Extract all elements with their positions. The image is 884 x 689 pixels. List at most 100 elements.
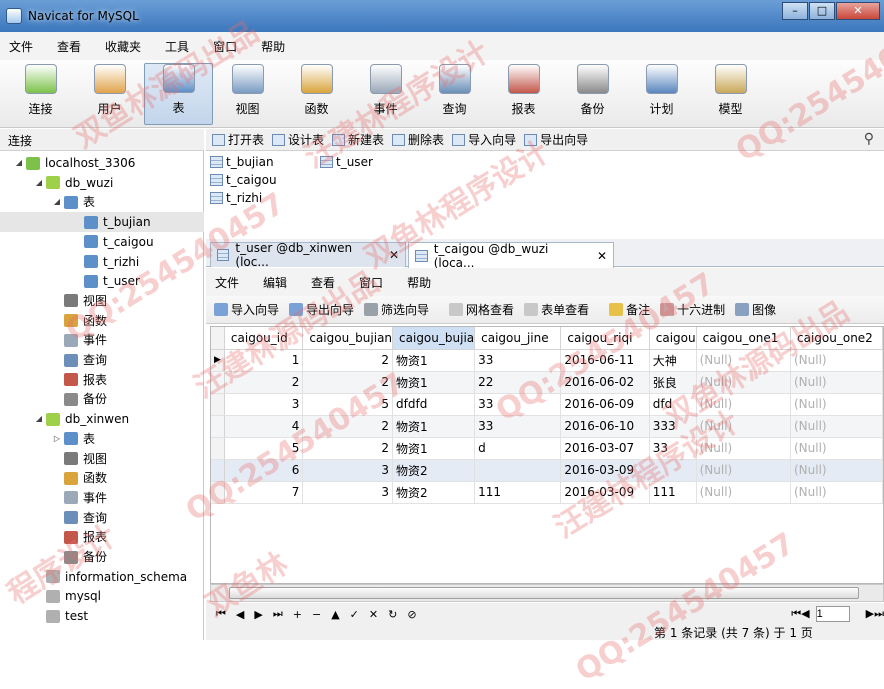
- object-item-t-rizhi[interactable]: t_rizhi: [210, 189, 262, 207]
- first-record-icon[interactable]: ⏮: [216, 607, 226, 621]
- submenu-help[interactable]: 帮助: [407, 274, 431, 291]
- tree-item--8[interactable]: 函数: [0, 311, 204, 331]
- table-cell[interactable]: 5: [302, 393, 394, 416]
- scrollbar-thumb[interactable]: [229, 587, 859, 599]
- tree-item-db_xinwen-13[interactable]: ◢ db_xinwen: [0, 409, 204, 429]
- table-toolbar-button-import-wizard[interactable]: 导入向导: [214, 301, 279, 318]
- row-indicator[interactable]: [211, 459, 225, 482]
- table-cell[interactable]: 2: [302, 349, 394, 372]
- data-grid[interactable]: caigou_id caigou_bujian caigou_bujia caigou…: [210, 326, 884, 584]
- table-cell[interactable]: 2016-06-09: [560, 393, 650, 416]
- tab-close-icon[interactable]: ✕: [597, 249, 607, 263]
- table-cell[interactable]: 物资1: [392, 437, 476, 460]
- submenu-file[interactable]: 文件: [215, 274, 239, 291]
- table-cell[interactable]: 6: [224, 459, 304, 482]
- close-button[interactable]: ✕: [836, 2, 880, 20]
- table-cell[interactable]: (Null): [696, 415, 792, 438]
- stop-icon[interactable]: ⊘: [407, 608, 416, 621]
- menu-tools[interactable]: 工具: [165, 38, 189, 55]
- table-cell[interactable]: (Null): [696, 481, 792, 504]
- menu-help[interactable]: 帮助: [261, 38, 285, 55]
- table-row[interactable]: ▶ 1 2 物资1 33 2016-06-11 大神 (Null) (Null): [211, 349, 883, 372]
- tree-expander-icon[interactable]: ◢: [34, 173, 44, 193]
- table-cell[interactable]: 物资2: [392, 481, 476, 504]
- table-cell[interactable]: 2016-03-09: [560, 459, 650, 482]
- table-cell[interactable]: 物资1: [392, 349, 476, 372]
- search-icon[interactable]: ⚲: [864, 131, 874, 147]
- table-cell[interactable]: 物资2: [392, 459, 476, 482]
- cancel-icon[interactable]: ✕: [369, 608, 378, 621]
- table-cell[interactable]: 111: [649, 481, 697, 504]
- table-cell[interactable]: 111: [474, 481, 562, 504]
- tree-expander-icon[interactable]: ◢: [34, 409, 44, 429]
- column-header-caigou[interactable]: caigou: [649, 327, 697, 350]
- minimize-button[interactable]: –: [782, 2, 808, 20]
- row-indicator[interactable]: [211, 415, 225, 438]
- object-item-t-bujian[interactable]: t_bujian: [210, 153, 274, 171]
- delete-record-icon[interactable]: −: [312, 608, 321, 621]
- column-header-caigou_bujia[interactable]: caigou_bujia: [392, 327, 476, 350]
- toolbar-button-event[interactable]: 事件: [351, 63, 420, 125]
- column-header-caigou_bujian[interactable]: caigou_bujian: [302, 327, 394, 350]
- table-cell[interactable]: dfdfd: [392, 393, 476, 416]
- toolbar-button-user[interactable]: 用户: [75, 63, 144, 125]
- table-cell[interactable]: (Null): [696, 437, 792, 460]
- table-toolbar-button-filter[interactable]: 筛选向导: [364, 301, 429, 318]
- toolbar-button-view[interactable]: 视图: [213, 63, 282, 125]
- menu-file[interactable]: 文件: [9, 38, 33, 55]
- table-row[interactable]: 4 2 物资1 33 2016-06-10 333 (Null) (Null): [211, 415, 883, 438]
- row-indicator[interactable]: [211, 481, 225, 504]
- object-toolbar-button-new-table[interactable]: 新建表: [332, 131, 384, 148]
- column-header-caigou_one1[interactable]: caigou_one1: [696, 327, 792, 350]
- toolbar-button-function[interactable]: 函数: [282, 63, 351, 125]
- tree-expander-icon[interactable]: ▷: [52, 429, 62, 449]
- tab-close-icon[interactable]: ✕: [389, 248, 399, 262]
- column-header-caigou_riqi[interactable]: caigou_riqi: [560, 327, 650, 350]
- menu-favorites[interactable]: 收藏夹: [105, 38, 141, 55]
- next-page-icon[interactable]: ▶⏭: [866, 607, 884, 621]
- first-page-icon[interactable]: ⏮◀: [791, 607, 809, 621]
- object-item-t-user[interactable]: t_user: [320, 153, 373, 171]
- toolbar-button-report[interactable]: 报表: [489, 63, 558, 125]
- column-header-caigou_one2[interactable]: caigou_one2: [790, 327, 883, 350]
- table-cell[interactable]: 2016-03-07: [560, 437, 650, 460]
- table-cell[interactable]: (Null): [790, 371, 883, 394]
- table-cell[interactable]: 33: [474, 349, 562, 372]
- table-cell[interactable]: 1: [224, 349, 304, 372]
- table-row[interactable]: 5 2 物资1 d 2016-03-07 33 (Null) (Null): [211, 437, 883, 460]
- table-cell[interactable]: 4: [224, 415, 304, 438]
- table-cell[interactable]: 张良: [649, 371, 697, 394]
- table-toolbar-button-memo[interactable]: 备注: [609, 301, 650, 318]
- table-toolbar-button-image[interactable]: 图像: [735, 301, 776, 318]
- table-row[interactable]: 3 5 dfdfd 33 2016-06-09 dfd (Null) (Null): [211, 393, 883, 416]
- tree-item-t_rizhi-5[interactable]: t_rizhi: [0, 252, 204, 272]
- horizontal-scrollbar[interactable]: [210, 584, 884, 602]
- tree-item--18[interactable]: 查询: [0, 508, 204, 528]
- table-cell[interactable]: 333: [649, 415, 697, 438]
- tree-item-mysql-22[interactable]: mysql: [0, 586, 204, 606]
- last-record-icon[interactable]: ⏭: [273, 607, 283, 621]
- menu-window[interactable]: 窗口: [213, 38, 237, 55]
- table-cell[interactable]: (Null): [790, 393, 883, 416]
- tree-item--10[interactable]: 查询: [0, 350, 204, 370]
- table-cell[interactable]: 3: [302, 481, 394, 504]
- apply-icon[interactable]: ▲: [331, 608, 339, 621]
- tree-item-db_wuzi-1[interactable]: ◢ db_wuzi: [0, 173, 204, 193]
- object-toolbar-button-export-wizard[interactable]: 导出向导: [524, 131, 588, 148]
- tree-expander-icon[interactable]: ◢: [52, 192, 62, 212]
- table-cell[interactable]: 大神: [649, 349, 697, 372]
- tab-t-caigou[interactable]: t_caigou @db_wuzi (loca... ✕: [408, 242, 614, 270]
- tree-item--7[interactable]: 视图: [0, 291, 204, 311]
- tree-expander-icon[interactable]: ◢: [14, 153, 24, 173]
- table-cell[interactable]: [474, 459, 562, 482]
- table-cell[interactable]: 5: [224, 437, 304, 460]
- table-cell[interactable]: 22: [474, 371, 562, 394]
- object-toolbar-button-delete-table[interactable]: 删除表: [392, 131, 444, 148]
- tree-item--15[interactable]: 视图: [0, 449, 204, 469]
- column-header-caigou_id[interactable]: caigou_id: [224, 327, 304, 350]
- object-toolbar-button-import-wizard[interactable]: 导入向导: [452, 131, 516, 148]
- tree-item--12[interactable]: 备份: [0, 389, 204, 409]
- table-cell[interactable]: (Null): [790, 415, 883, 438]
- maximize-button[interactable]: □: [809, 2, 835, 20]
- table-row[interactable]: 7 3 物资2 111 2016-03-09 111 (Null) (Null): [211, 481, 883, 504]
